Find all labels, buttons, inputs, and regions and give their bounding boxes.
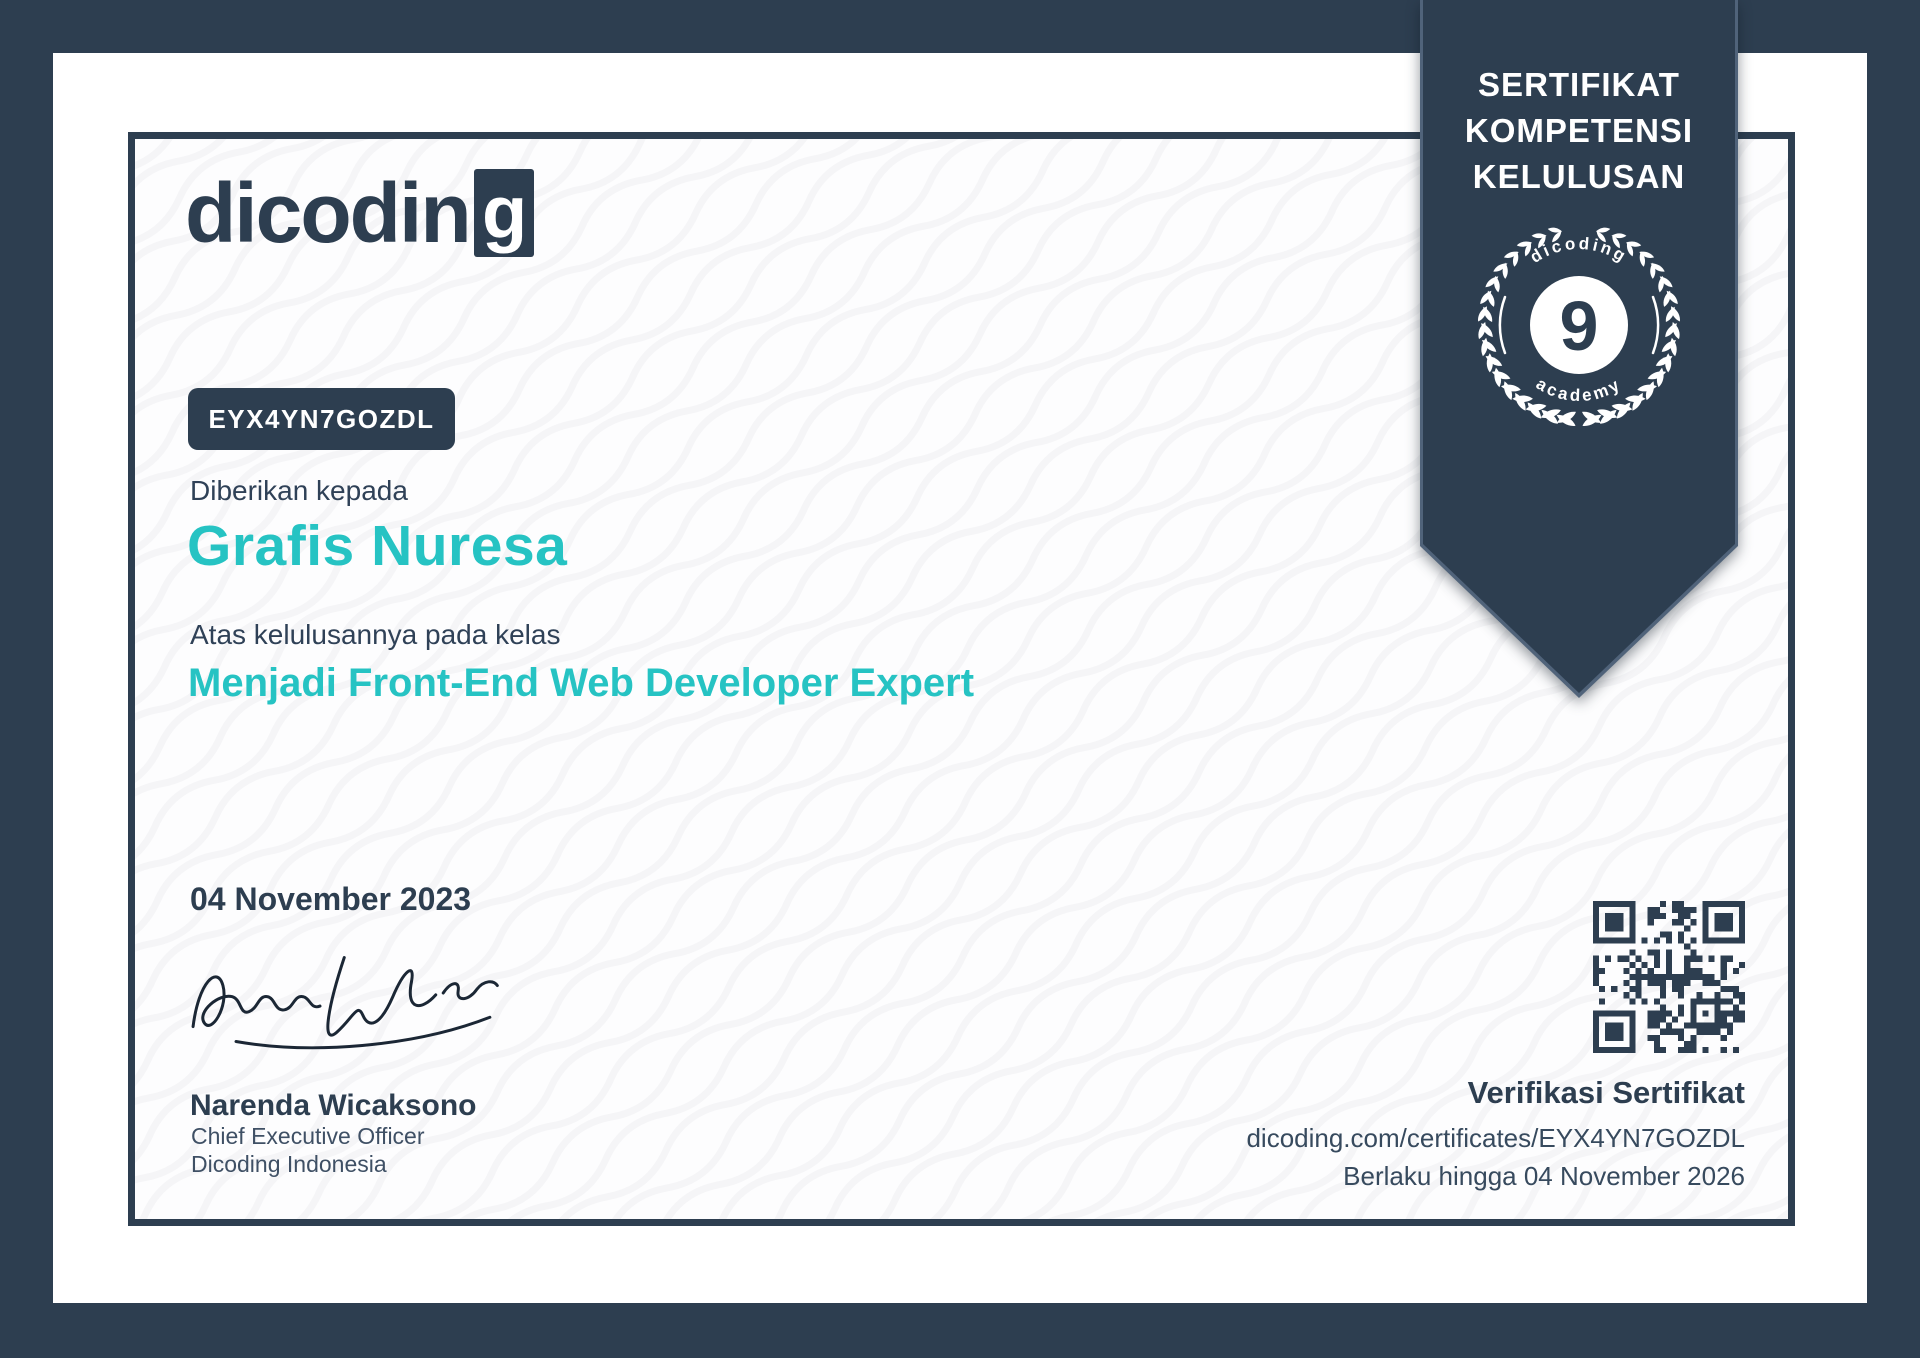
qr-code	[1593, 901, 1745, 1053]
seal-right-arc	[1651, 295, 1660, 355]
given-to-label: Diberikan kepada	[190, 475, 408, 506]
issue-date: 04 November 2023	[190, 881, 472, 917]
certificate-code: EYX4YN7GOZDL	[208, 403, 435, 434]
ceo-signature	[191, 956, 499, 1050]
award-ribbon: SERTIFIKAT KOMPETENSI KELULUSAN 9 dicodi…	[1420, 0, 1738, 700]
seal-bottom-text: academy	[1533, 374, 1625, 405]
course-title: Menjadi Front-End Web Developer Expert	[188, 661, 975, 705]
seal-left-arc	[1498, 295, 1507, 355]
course-label: Atas kelulusannya pada kelas	[190, 619, 561, 650]
logo-text: dicodin	[185, 166, 472, 260]
logo-g-mark: g	[473, 169, 534, 257]
signer-org: Dicoding Indonesia	[191, 1151, 387, 1177]
ribbon-title: SERTIFIKAT KOMPETENSI KELULUSAN	[1420, 62, 1738, 200]
dicoding-logo: dicodin g	[185, 169, 534, 257]
certificate-code-badge: EYX4YN7GOZDL	[188, 388, 455, 450]
verification-title: Verifikasi Sertifikat	[1467, 1075, 1745, 1110]
dicoding-academy-seal: 9 dicoding academy	[1478, 227, 1680, 427]
recipient-name: Grafis Nuresa	[187, 514, 568, 578]
certificate-page: dicodin g EYX4YN7GOZDL Diberikan kepada G…	[0, 0, 1920, 1358]
signer-name: Narenda Wicaksono	[190, 1089, 477, 1122]
seal-number: 9	[1560, 287, 1599, 365]
signer-role: Chief Executive Officer	[191, 1123, 425, 1149]
verification-url: dicoding.com/certificates/EYX4YN7GOZDL	[1246, 1123, 1745, 1153]
verification-valid-until: Berlaku hingga 04 November 2026	[1343, 1161, 1745, 1191]
ribbon-line-3: KELULUSAN	[1472, 158, 1686, 195]
ribbon-line-1: SERTIFIKAT	[1478, 66, 1680, 103]
ribbon-line-2: KOMPETENSI	[1464, 112, 1694, 149]
